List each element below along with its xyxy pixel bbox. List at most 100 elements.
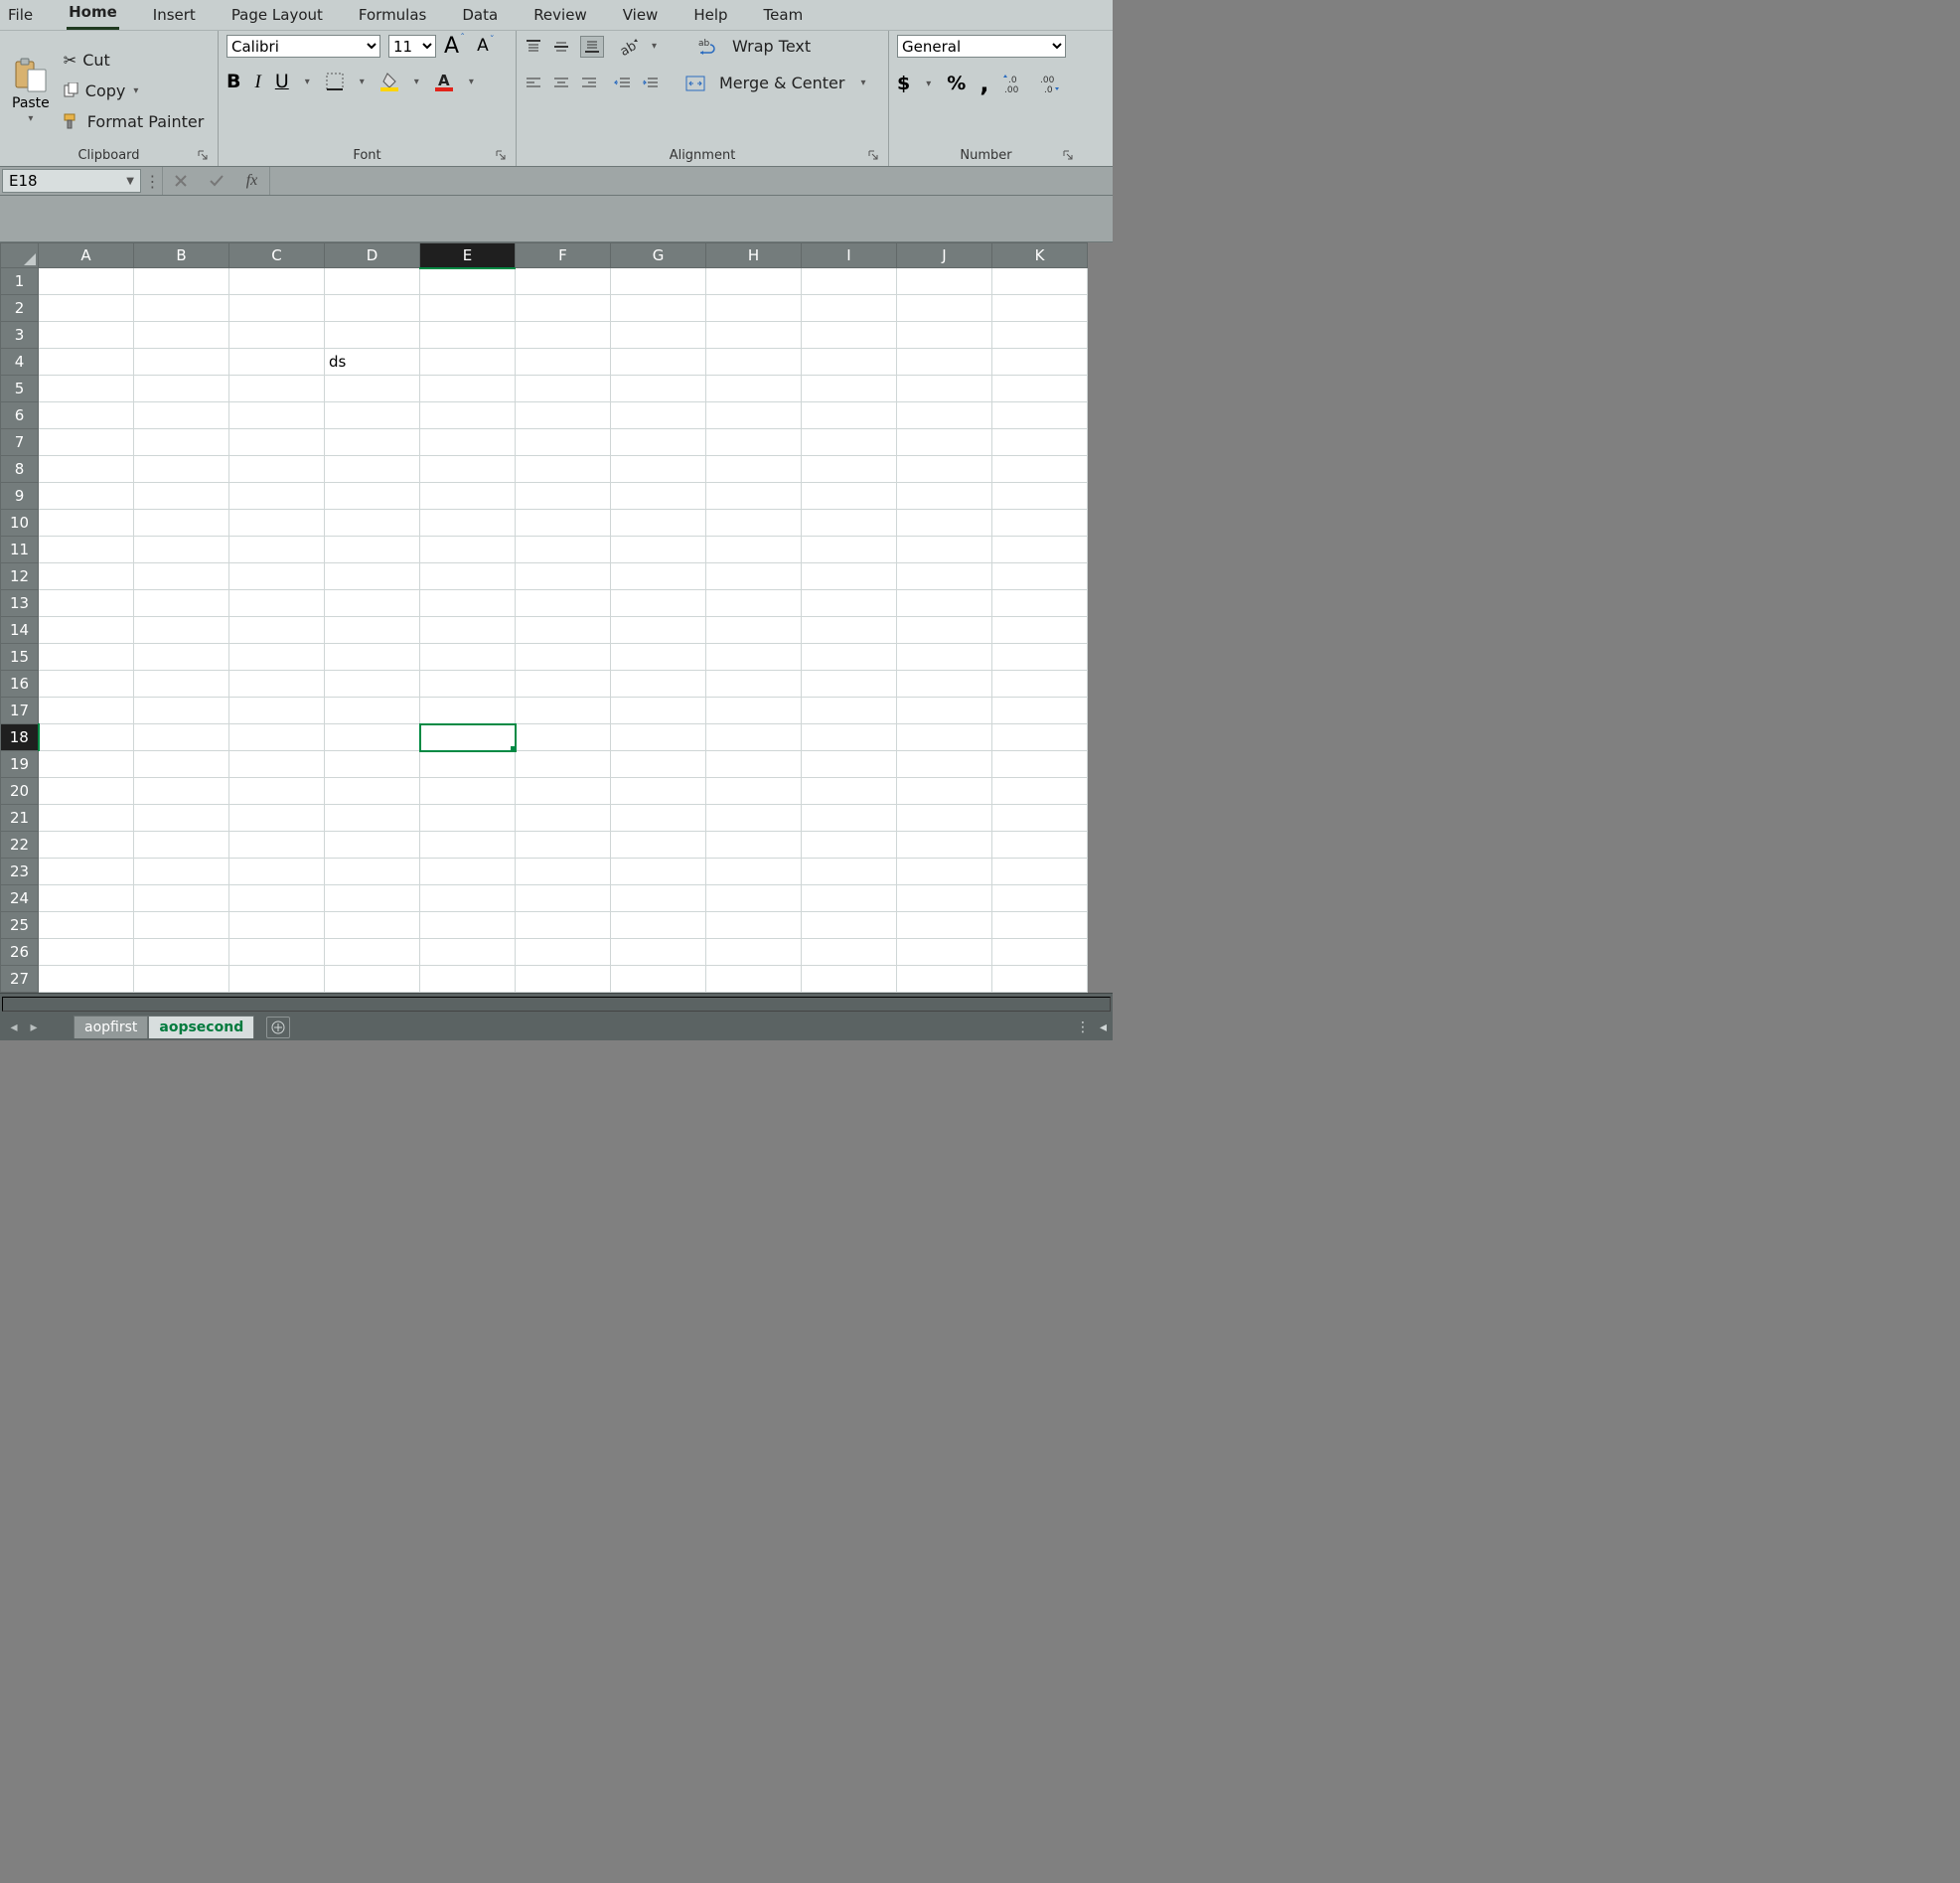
row-header-3[interactable]: 3	[1, 322, 39, 349]
cell-K12[interactable]	[992, 563, 1088, 590]
cell-G13[interactable]	[611, 590, 706, 617]
cell-D4[interactable]: ds	[325, 349, 420, 376]
decrease-decimal-icon[interactable]: .00.0	[1038, 74, 1060, 93]
cell-J2[interactable]	[897, 295, 992, 322]
cell-I17[interactable]	[802, 698, 897, 724]
row-header-24[interactable]: 24	[1, 885, 39, 912]
cell-C20[interactable]	[229, 778, 325, 805]
cell-C18[interactable]	[229, 724, 325, 751]
cell-H6[interactable]	[706, 402, 802, 429]
formula-bar-input[interactable]	[270, 167, 1113, 195]
row-header-12[interactable]: 12	[1, 563, 39, 590]
cell-E23[interactable]	[420, 859, 516, 885]
font-color-icon[interactable]: A	[435, 72, 453, 91]
cell-K1[interactable]	[992, 268, 1088, 295]
row-header-6[interactable]: 6	[1, 402, 39, 429]
cell-H11[interactable]	[706, 537, 802, 563]
increase-font-icon[interactable]: Aˆ	[444, 36, 459, 58]
cell-C11[interactable]	[229, 537, 325, 563]
cell-A22[interactable]	[39, 832, 134, 859]
cell-I22[interactable]	[802, 832, 897, 859]
cell-I2[interactable]	[802, 295, 897, 322]
cell-B5[interactable]	[134, 376, 229, 402]
cell-I9[interactable]	[802, 483, 897, 510]
cell-F17[interactable]	[516, 698, 611, 724]
cell-F26[interactable]	[516, 939, 611, 966]
row-header-4[interactable]: 4	[1, 349, 39, 376]
cell-G25[interactable]	[611, 912, 706, 939]
cell-F10[interactable]	[516, 510, 611, 537]
cell-G19[interactable]	[611, 751, 706, 778]
sheet-tab-aopfirst[interactable]: aopfirst	[74, 1016, 148, 1038]
cell-A3[interactable]	[39, 322, 134, 349]
cell-J4[interactable]	[897, 349, 992, 376]
cell-E25[interactable]	[420, 912, 516, 939]
cell-B15[interactable]	[134, 644, 229, 671]
cell-G22[interactable]	[611, 832, 706, 859]
cell-J19[interactable]	[897, 751, 992, 778]
tab-insert[interactable]: Insert	[151, 2, 198, 30]
cell-G7[interactable]	[611, 429, 706, 456]
cell-D17[interactable]	[325, 698, 420, 724]
font-name-select[interactable]: Calibri	[226, 35, 380, 58]
cell-H27[interactable]	[706, 966, 802, 993]
row-header-20[interactable]: 20	[1, 778, 39, 805]
cell-E18[interactable]	[420, 724, 516, 751]
cell-D2[interactable]	[325, 295, 420, 322]
cell-J12[interactable]	[897, 563, 992, 590]
cell-H19[interactable]	[706, 751, 802, 778]
cell-I25[interactable]	[802, 912, 897, 939]
cell-K10[interactable]	[992, 510, 1088, 537]
cell-F4[interactable]	[516, 349, 611, 376]
cell-I23[interactable]	[802, 859, 897, 885]
row-header-22[interactable]: 22	[1, 832, 39, 859]
column-header-C[interactable]: C	[229, 243, 325, 268]
cell-B17[interactable]	[134, 698, 229, 724]
italic-button[interactable]: I	[254, 73, 260, 91]
cell-I10[interactable]	[802, 510, 897, 537]
cell-B19[interactable]	[134, 751, 229, 778]
cell-G15[interactable]	[611, 644, 706, 671]
cell-K9[interactable]	[992, 483, 1088, 510]
cell-D26[interactable]	[325, 939, 420, 966]
cell-B23[interactable]	[134, 859, 229, 885]
row-header-18[interactable]: 18	[1, 724, 39, 751]
cell-K3[interactable]	[992, 322, 1088, 349]
cell-K24[interactable]	[992, 885, 1088, 912]
cell-K5[interactable]	[992, 376, 1088, 402]
cell-J26[interactable]	[897, 939, 992, 966]
cell-E20[interactable]	[420, 778, 516, 805]
cell-K21[interactable]	[992, 805, 1088, 832]
cell-C12[interactable]	[229, 563, 325, 590]
dialog-launcher-icon[interactable]	[494, 148, 508, 162]
cell-C25[interactable]	[229, 912, 325, 939]
column-header-K[interactable]: K	[992, 243, 1088, 268]
cell-F2[interactable]	[516, 295, 611, 322]
row-header-21[interactable]: 21	[1, 805, 39, 832]
cell-J24[interactable]	[897, 885, 992, 912]
tab-review[interactable]: Review	[531, 2, 589, 30]
tab-formulas[interactable]: Formulas	[357, 2, 428, 30]
row-header-5[interactable]: 5	[1, 376, 39, 402]
cell-K25[interactable]	[992, 912, 1088, 939]
row-header-15[interactable]: 15	[1, 644, 39, 671]
cell-F13[interactable]	[516, 590, 611, 617]
cell-K4[interactable]	[992, 349, 1088, 376]
align-top-icon[interactable]	[525, 39, 542, 55]
cell-I4[interactable]	[802, 349, 897, 376]
cell-H10[interactable]	[706, 510, 802, 537]
row-header-1[interactable]: 1	[1, 268, 39, 295]
wrap-text-button[interactable]: Wrap Text	[728, 35, 815, 58]
cell-F20[interactable]	[516, 778, 611, 805]
cell-I19[interactable]	[802, 751, 897, 778]
cell-K15[interactable]	[992, 644, 1088, 671]
cell-B9[interactable]	[134, 483, 229, 510]
cell-H23[interactable]	[706, 859, 802, 885]
border-icon[interactable]	[326, 73, 344, 90]
cell-B27[interactable]	[134, 966, 229, 993]
cell-H26[interactable]	[706, 939, 802, 966]
cell-E13[interactable]	[420, 590, 516, 617]
cell-A2[interactable]	[39, 295, 134, 322]
row-header-8[interactable]: 8	[1, 456, 39, 483]
cell-I24[interactable]	[802, 885, 897, 912]
